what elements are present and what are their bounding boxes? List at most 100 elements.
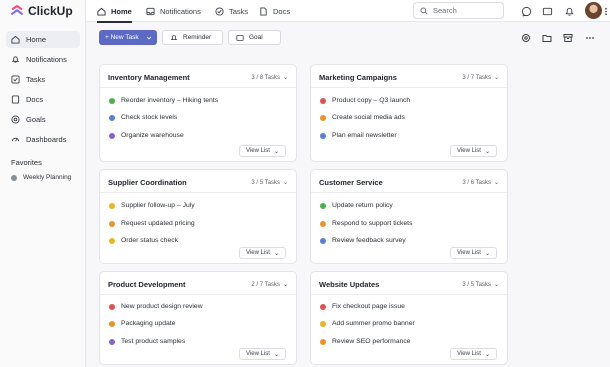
app-logo[interactable]: ClickUp: [10, 3, 73, 19]
chat-icon[interactable]: [520, 5, 532, 17]
archive-icon[interactable]: [562, 32, 573, 43]
chevron-down-icon: ⌄: [282, 75, 288, 81]
more-options-icon[interactable]: [584, 32, 595, 43]
task-label: Check stock levels: [121, 114, 178, 121]
settings-icon[interactable]: [520, 32, 531, 43]
view-list-button[interactable]: View List ⌄: [450, 145, 497, 157]
view-list-button[interactable]: View List ⌄: [239, 247, 286, 259]
task-item[interactable]: Update return policy: [320, 202, 393, 209]
task-item[interactable]: Packaging update: [109, 320, 175, 327]
task-label: Supplier follow-up – July: [121, 202, 195, 209]
task-item[interactable]: Reorder inventory – Hiking tents: [109, 97, 218, 104]
sidebar-item-label: Goals: [26, 115, 46, 124]
favorite-dot-icon: [11, 174, 17, 181]
favorite-item-weekly-planning[interactable]: Weekly Planning: [11, 174, 71, 181]
sidebar-item-goals[interactable]: Goals: [6, 111, 80, 128]
sidebar-item-dashboards[interactable]: Dashboards: [6, 131, 80, 148]
task-item[interactable]: New product design review: [109, 303, 203, 310]
card-task-count[interactable]: 3 / 8 Tasks ⌄: [251, 74, 288, 82]
card-task-count[interactable]: 3 / 7 Tasks ⌄: [462, 74, 499, 82]
bell-icon: [11, 55, 20, 64]
chevron-down-icon: ⌄: [493, 180, 499, 186]
task-count-label: 3 / 8 Tasks: [251, 74, 280, 81]
task-item[interactable]: Fix checkout page issue: [320, 303, 405, 310]
more-menu-icon[interactable]: [603, 5, 609, 17]
status-dot: [320, 114, 326, 121]
reminder-button[interactable]: Reminder: [162, 30, 223, 45]
user-avatar[interactable]: [585, 2, 602, 19]
task-item[interactable]: Respond to support tickets: [320, 220, 412, 227]
tab-notifications[interactable]: Notifications: [146, 0, 201, 22]
tab-tasks[interactable]: Tasks: [215, 0, 248, 22]
view-list-button[interactable]: View List ⌄: [450, 348, 497, 360]
tab-home[interactable]: Home: [97, 0, 132, 23]
chevron-down-icon: ⌄: [484, 250, 490, 257]
task-count-label: 3 / 5 Tasks: [251, 179, 280, 186]
card-divider: [100, 192, 296, 193]
tab-docs[interactable]: Docs: [259, 0, 290, 22]
sidebar-item-docs[interactable]: Docs: [6, 91, 80, 108]
chevron-down-icon: ⌄: [273, 148, 279, 155]
status-dot: [320, 220, 326, 227]
tab-label: Notifications: [160, 6, 201, 16]
task-item[interactable]: Organize warehouse: [109, 132, 184, 139]
card-divider: [311, 87, 507, 88]
task-item[interactable]: Review feedback survey: [320, 237, 406, 244]
top-bar: Home Notifications Tasks Docs Search: [86, 0, 610, 23]
tab-label: Home: [111, 6, 132, 16]
sidebar-item-label: Docs: [26, 95, 44, 104]
bell-icon[interactable]: [563, 5, 575, 17]
card-title: Product Development: [108, 280, 186, 289]
card-task-count[interactable]: 3 / 5 Tasks ⌄: [251, 179, 288, 187]
folder-icon[interactable]: [541, 32, 552, 43]
task-label: Respond to support tickets: [332, 220, 413, 227]
card-task-count[interactable]: 3 / 5 Tasks ⌄: [462, 281, 499, 289]
chevron-down-icon: ⌄: [493, 75, 499, 81]
task-count-label: 3 / 6 Tasks: [462, 179, 491, 186]
card-title: Marketing Campaigns: [319, 73, 397, 82]
goal-icon: [236, 34, 244, 41]
card-divider: [100, 294, 296, 295]
reminder-icon: [170, 34, 178, 40]
task-item[interactable]: Request updated pricing: [109, 220, 195, 227]
card-task-count[interactable]: 3 / 6 Tasks ⌄: [462, 179, 499, 187]
task-item[interactable]: Product copy – Q3 launch: [320, 97, 410, 104]
task-item[interactable]: Create social media ads: [320, 114, 405, 121]
search-icon: [420, 6, 428, 15]
view-list-button[interactable]: View List ⌄: [239, 145, 286, 157]
sidebar-nav: Home Notifications Tasks Docs Goals Dash…: [6, 31, 80, 151]
task-item[interactable]: Supplier follow-up – July: [109, 202, 195, 209]
status-dot: [320, 97, 326, 104]
card-task-count[interactable]: 2 / 7 Tasks ⌄: [251, 281, 288, 289]
status-dot: [109, 202, 115, 209]
status-dot: [109, 132, 115, 139]
task-item[interactable]: Test product samples: [109, 338, 185, 345]
task-label: New product design review: [121, 303, 203, 310]
app-name: ClickUp: [28, 4, 73, 18]
view-list-button[interactable]: View List ⌄: [450, 247, 497, 259]
card-divider: [311, 294, 507, 295]
card-supplier-coordination: Supplier Coordination 3 / 5 Tasks ⌄ Suppl…: [99, 169, 297, 264]
card-divider: [311, 192, 507, 193]
chevron-down-icon: ⌄: [282, 282, 288, 288]
clickup-logo-icon: [11, 5, 23, 15]
view-list-button[interactable]: View List ⌄: [239, 348, 286, 360]
task-item[interactable]: Review SEO performance: [320, 338, 411, 345]
new-task-button[interactable]: + New Task: [99, 30, 157, 45]
task-item[interactable]: Order status check: [109, 237, 178, 244]
search-input[interactable]: Search: [413, 2, 504, 19]
task-item[interactable]: Add summer promo banner: [320, 320, 415, 327]
task-item[interactable]: Check stock levels: [109, 114, 177, 121]
tab-label: Tasks: [229, 6, 249, 16]
sidebar-item-notifications[interactable]: Notifications: [6, 51, 80, 68]
sidebar-item-tasks[interactable]: Tasks: [6, 71, 80, 88]
status-dot: [320, 202, 326, 209]
goal-button[interactable]: Goal: [228, 30, 281, 45]
status-dot: [109, 338, 115, 345]
task-item[interactable]: Plan email newsletter: [320, 132, 397, 139]
sidebar-item-home[interactable]: Home: [6, 31, 80, 48]
tasks-icon: [215, 6, 224, 16]
screen-icon[interactable]: [541, 5, 553, 17]
task-label: Fix checkout page issue: [332, 303, 405, 310]
task-label: Review SEO performance: [332, 338, 411, 345]
